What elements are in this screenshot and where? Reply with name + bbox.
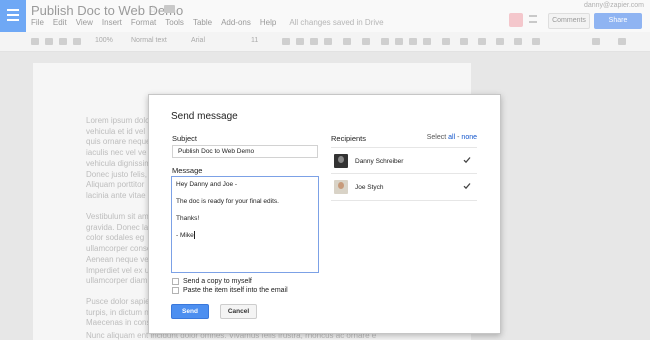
document-paragraph: Pusce dolor sapie turpis, in dictum n Maec… bbox=[86, 297, 151, 328]
menu-file[interactable]: File bbox=[31, 18, 44, 27]
document-paragraph: Vestibulum sit am gravida. Donec la color … bbox=[86, 212, 152, 286]
collapse-icon[interactable] bbox=[618, 38, 626, 45]
recipient-name: Joe Stych bbox=[355, 184, 384, 191]
menu-view[interactable]: View bbox=[76, 18, 93, 27]
subject-input[interactable]: Publish Doc to Web Demo bbox=[172, 145, 318, 158]
check-icon[interactable] bbox=[463, 182, 471, 190]
menu-icon[interactable] bbox=[529, 15, 537, 23]
menu-tools[interactable]: Tools bbox=[165, 18, 184, 27]
send-copy-option[interactable]: Send a copy to myself bbox=[172, 278, 252, 285]
redo-icon[interactable] bbox=[59, 38, 67, 45]
style-select[interactable]: Normal text bbox=[131, 37, 167, 44]
top-bar: Publish Doc to Web Demo ☆ File Edit View… bbox=[0, 0, 650, 32]
check-icon[interactable] bbox=[463, 156, 471, 164]
paint-format-icon[interactable] bbox=[73, 38, 81, 45]
format-toolbar: 100% Normal text Arial 11 bbox=[0, 32, 650, 52]
document-paragraph: Lorem ipsum dolor vehicula et id vel quis … bbox=[86, 116, 153, 200]
decrease-indent-icon[interactable] bbox=[496, 38, 504, 45]
underline-icon[interactable] bbox=[310, 38, 318, 45]
send-copy-label: Send a copy to myself bbox=[183, 278, 252, 285]
subject-label: Subject bbox=[172, 134, 198, 143]
comment-icon[interactable] bbox=[362, 38, 370, 45]
save-status: All changes saved in Drive bbox=[289, 18, 384, 27]
dialog-title: Send message bbox=[171, 111, 238, 122]
text-cursor bbox=[193, 231, 195, 240]
send-message-dialog: Send message Subject Publish Doc to Web … bbox=[148, 94, 501, 334]
bold-icon[interactable] bbox=[282, 38, 290, 45]
send-button[interactable]: Send bbox=[171, 304, 209, 319]
paste-item-option[interactable]: Paste the item itself into the email bbox=[172, 287, 288, 294]
line-spacing-icon[interactable] bbox=[442, 38, 450, 45]
heart-icon[interactable] bbox=[509, 13, 523, 27]
align-center-icon[interactable] bbox=[395, 38, 403, 45]
bulleted-list-icon[interactable] bbox=[478, 38, 486, 45]
increase-indent-icon[interactable] bbox=[514, 38, 522, 45]
message-label: Message bbox=[172, 166, 203, 175]
undo-icon[interactable] bbox=[45, 38, 53, 45]
docs-logo-icon[interactable] bbox=[0, 0, 26, 32]
cancel-button[interactable]: Cancel bbox=[220, 304, 257, 319]
paste-item-label: Paste the item itself into the email bbox=[183, 287, 288, 294]
select-separator: - bbox=[457, 134, 460, 141]
align-left-icon[interactable] bbox=[381, 38, 389, 45]
select-links: Select all - none bbox=[427, 134, 477, 141]
clear-formatting-icon[interactable] bbox=[532, 38, 540, 45]
document-title[interactable]: Publish Doc to Web Demo bbox=[31, 3, 183, 18]
send-copy-checkbox[interactable] bbox=[172, 278, 179, 285]
menu-addons[interactable]: Add-ons bbox=[221, 18, 251, 27]
link-icon[interactable] bbox=[343, 38, 351, 45]
recipient-row[interactable]: Joe Stych bbox=[331, 174, 477, 201]
select-none-link[interactable]: none bbox=[461, 134, 477, 141]
menu-format[interactable]: Format bbox=[131, 18, 156, 27]
pen-icon[interactable] bbox=[592, 38, 600, 45]
paste-item-checkbox[interactable] bbox=[172, 287, 179, 294]
recipient-name: Danny Schreiber bbox=[355, 158, 404, 165]
menu-help[interactable]: Help bbox=[260, 18, 276, 27]
numbered-list-icon[interactable] bbox=[460, 38, 468, 45]
align-right-icon[interactable] bbox=[409, 38, 417, 45]
menu-table[interactable]: Table bbox=[193, 18, 212, 27]
select-all-link[interactable]: all bbox=[448, 134, 455, 141]
share-button[interactable]: Share bbox=[594, 13, 642, 29]
avatar bbox=[334, 180, 348, 194]
comments-button[interactable]: Comments bbox=[548, 13, 590, 29]
recipient-row[interactable]: Danny Schreiber bbox=[331, 147, 477, 174]
zoom-select[interactable]: 100% bbox=[95, 37, 113, 44]
print-icon[interactable] bbox=[31, 38, 39, 45]
select-prefix: Select bbox=[426, 134, 447, 141]
menu-edit[interactable]: Edit bbox=[53, 18, 67, 27]
folder-icon[interactable] bbox=[164, 5, 175, 13]
font-size-select[interactable]: 11 bbox=[251, 37, 258, 44]
user-email[interactable]: danny@zapier.com bbox=[584, 2, 644, 9]
avatar bbox=[334, 154, 348, 168]
text-color-icon[interactable] bbox=[324, 38, 332, 45]
menu-bar: File Edit View Insert Format Tools Table… bbox=[31, 18, 384, 27]
recipients-label: Recipients bbox=[331, 134, 367, 143]
menu-insert[interactable]: Insert bbox=[102, 18, 122, 27]
message-textarea[interactable]: Hey Danny and Joe - The doc is ready for… bbox=[171, 176, 319, 273]
star-icon[interactable]: ☆ bbox=[148, 3, 158, 16]
justify-icon[interactable] bbox=[423, 38, 431, 45]
font-select[interactable]: Arial bbox=[191, 37, 205, 44]
italic-icon[interactable] bbox=[296, 38, 304, 45]
